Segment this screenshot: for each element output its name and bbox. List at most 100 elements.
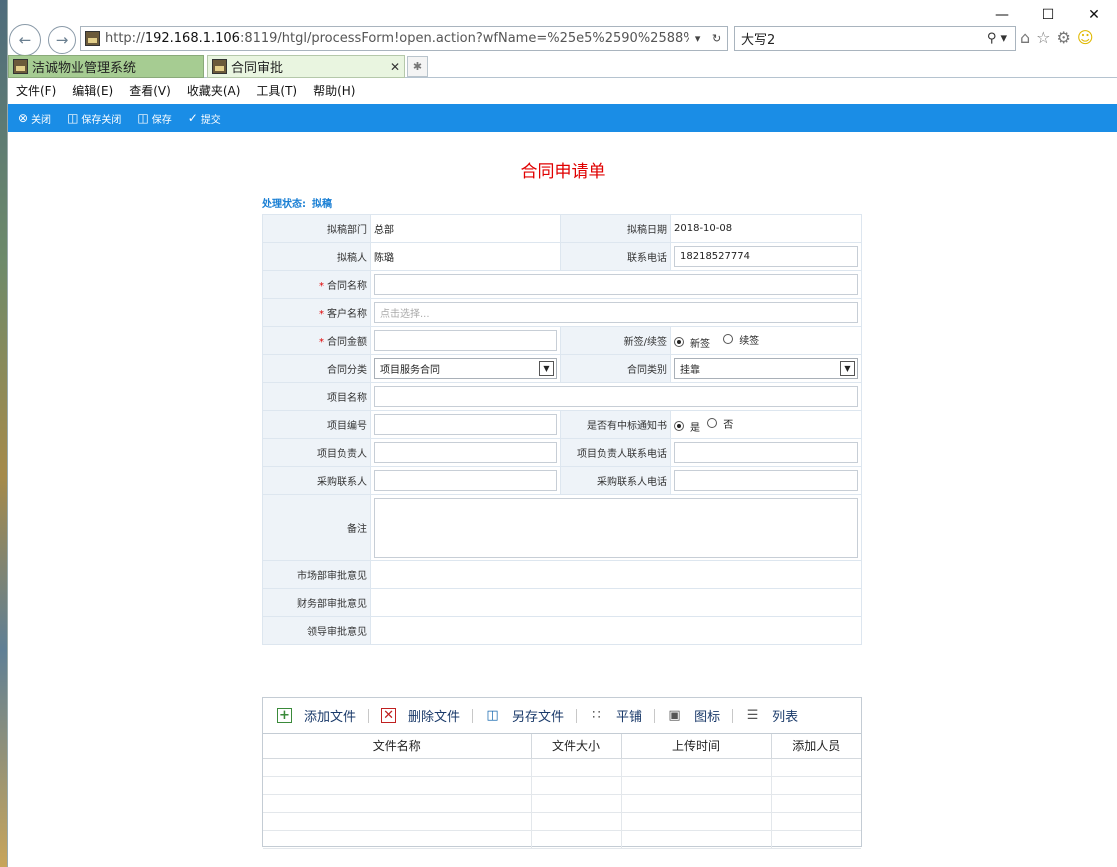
contract-name-label: * 合同名称 [262, 270, 371, 299]
menu-tools[interactable]: 工具(T) [256, 82, 297, 99]
pm-input[interactable] [374, 442, 557, 463]
type-select[interactable]: 挂靠 ▼ [674, 358, 858, 379]
close-circle-icon: ⊗ [18, 111, 29, 125]
attachment-toolbar: + 添加文件 ✕ 删除文件 ◫ 另存文件 ∷ 平铺 ▣ 图标 ☰ 列表 [263, 698, 861, 734]
buyer-label: 采购联系人 [262, 466, 371, 495]
save-close-icon: ◫ [67, 111, 79, 125]
col-file-name[interactable]: 文件名称 [263, 734, 532, 759]
menu-favorites[interactable]: 收藏夹(A) [187, 82, 241, 99]
table-row [263, 812, 861, 831]
col-added-by[interactable]: 添加人员 [771, 734, 861, 759]
back-button[interactable]: ← [9, 24, 41, 56]
chevron-down-icon: ▼ [539, 361, 554, 376]
browser-tools: ⌂ ☆ ⚙ ☺ [1020, 28, 1094, 47]
desktop-background [0, 0, 7, 867]
col-file-size[interactable]: 文件大小 [531, 734, 622, 759]
project-name-label: 项目名称 [262, 382, 371, 411]
market-opinion-label: 市场部审批意见 [262, 560, 371, 589]
radio-new-sign[interactable]: 新签 [674, 335, 710, 350]
col-upload-time[interactable]: 上传时间 [621, 734, 772, 759]
list-view-icon: ☰ [746, 708, 759, 723]
radio-bid-yes[interactable]: 是 [674, 419, 700, 434]
radio-renew[interactable]: 续签 [723, 332, 759, 347]
table-row [263, 758, 861, 777]
leader-opinion-label: 领导审批意见 [262, 616, 371, 645]
navigation-bar: ← → http://192.168.1.106:8119/htgl/proce… [8, 24, 1117, 56]
delete-file-button[interactable]: ✕ 删除文件 [381, 706, 460, 725]
phone-label: 联系电话 [560, 242, 671, 271]
drafter-value: 陈璐 [370, 242, 561, 271]
dropdown-arrow-icon[interactable]: ▾ [695, 32, 701, 45]
toolbar-divider [368, 708, 370, 723]
project-name-input[interactable] [374, 386, 858, 407]
close-button[interactable]: ⊗ 关闭 [18, 111, 51, 126]
favorites-star-icon[interactable]: ☆ [1036, 28, 1050, 47]
address-url[interactable]: http://192.168.1.106:8119/htgl/processFo… [105, 31, 689, 46]
sign-type-radios: 新签 续签 [670, 326, 862, 355]
home-icon[interactable]: ⌂ [1020, 28, 1030, 47]
app-toolbar: ⊗ 关闭 ◫ 保存关闭 ◫ 保存 ✓ 提交 [8, 104, 1117, 132]
buyer-phone-input[interactable] [674, 470, 858, 491]
buyer-input[interactable] [374, 470, 557, 491]
drafter-label: 拟稿人 [262, 242, 371, 271]
save-as-file-button[interactable]: ◫ 另存文件 [485, 706, 564, 725]
table-row [263, 830, 861, 849]
buyer-phone-label: 采购联系人电话 [560, 466, 671, 495]
save-button[interactable]: ◫ 保存 [137, 111, 171, 126]
pm-phone-label: 项目负责人联系电话 [560, 438, 671, 467]
list-view-button[interactable]: ☰ 列表 [745, 706, 798, 725]
icon-view-button[interactable]: ▣ 图标 [667, 706, 720, 725]
category-label: 合同分类 [262, 354, 371, 383]
pm-phone-input[interactable] [674, 442, 858, 463]
process-status: 处理状态: 拟稿 [262, 199, 332, 210]
new-tab-button[interactable]: ✱ [407, 56, 428, 77]
contract-name-input[interactable] [374, 274, 858, 295]
settings-gear-icon[interactable]: ⚙ [1057, 28, 1071, 47]
submit-button[interactable]: ✓ 提交 [188, 111, 221, 126]
save-close-button[interactable]: ◫ 保存关闭 [67, 111, 121, 126]
close-tab-icon[interactable]: ✕ [390, 60, 400, 74]
toolbar-divider [472, 708, 474, 723]
draft-dept-value: 总部 [370, 214, 561, 243]
save-as-icon: ◫ [486, 708, 499, 723]
category-select[interactable]: 项目服务合同 ▼ [374, 358, 557, 379]
customer-name-picker[interactable]: 点击选择... [374, 302, 858, 323]
form-content: 合同申请单 处理状态: 拟稿 拟稿部门 总部 拟稿日期 2018-10-08 拟稿… [8, 132, 1117, 867]
amount-label: * 合同金额 [262, 326, 371, 355]
chevron-down-icon: ▼ [840, 361, 855, 376]
menu-edit[interactable]: 编辑(E) [72, 82, 113, 99]
toolbar-divider [732, 708, 734, 723]
leader-opinion-value [370, 616, 862, 645]
table-row [263, 776, 861, 795]
tile-view-button[interactable]: ∷ 平铺 [589, 706, 642, 725]
menu-view[interactable]: 查看(V) [129, 82, 171, 99]
forward-button[interactable]: → [48, 26, 76, 54]
remark-label: 备注 [262, 494, 371, 561]
search-icon[interactable]: ⚲ ▾ [979, 31, 1015, 46]
menu-file[interactable]: 文件(F) [16, 82, 56, 99]
radio-bid-no[interactable]: 否 [707, 416, 733, 431]
tab-property-system[interactable]: 洁诚物业管理系统 [8, 55, 204, 78]
search-box[interactable]: 大写2 ⚲ ▾ [734, 26, 1016, 51]
tab-favicon-icon [13, 59, 28, 74]
draft-dept-label: 拟稿部门 [262, 214, 371, 243]
finance-opinion-value [370, 588, 862, 617]
feedback-smiley-icon[interactable]: ☺ [1077, 28, 1094, 47]
phone-input[interactable]: 18218527774 [674, 246, 858, 267]
pm-label: 项目负责人 [262, 438, 371, 467]
menu-help[interactable]: 帮助(H) [313, 82, 355, 99]
site-favicon-icon [85, 31, 100, 46]
contract-form-table: 拟稿部门 总部 拟稿日期 2018-10-08 拟稿人 陈璐 联系电话 1821… [262, 214, 862, 645]
amount-input[interactable] [374, 330, 557, 351]
address-actions: ▾ ↻ [689, 32, 727, 45]
bid-notice-label: 是否有中标通知书 [560, 410, 671, 439]
address-bar[interactable]: http://192.168.1.106:8119/htgl/processFo… [80, 26, 728, 51]
project-no-input[interactable] [374, 414, 557, 435]
tab-favicon-icon [212, 59, 227, 74]
tab-contract-approval[interactable]: 合同审批 ✕ [207, 55, 405, 78]
add-file-button[interactable]: + 添加文件 [277, 706, 356, 725]
refresh-icon[interactable]: ↻ [712, 32, 721, 45]
search-input[interactable]: 大写2 [741, 29, 979, 48]
remark-textarea[interactable] [374, 497, 858, 558]
save-icon: ◫ [137, 111, 149, 125]
